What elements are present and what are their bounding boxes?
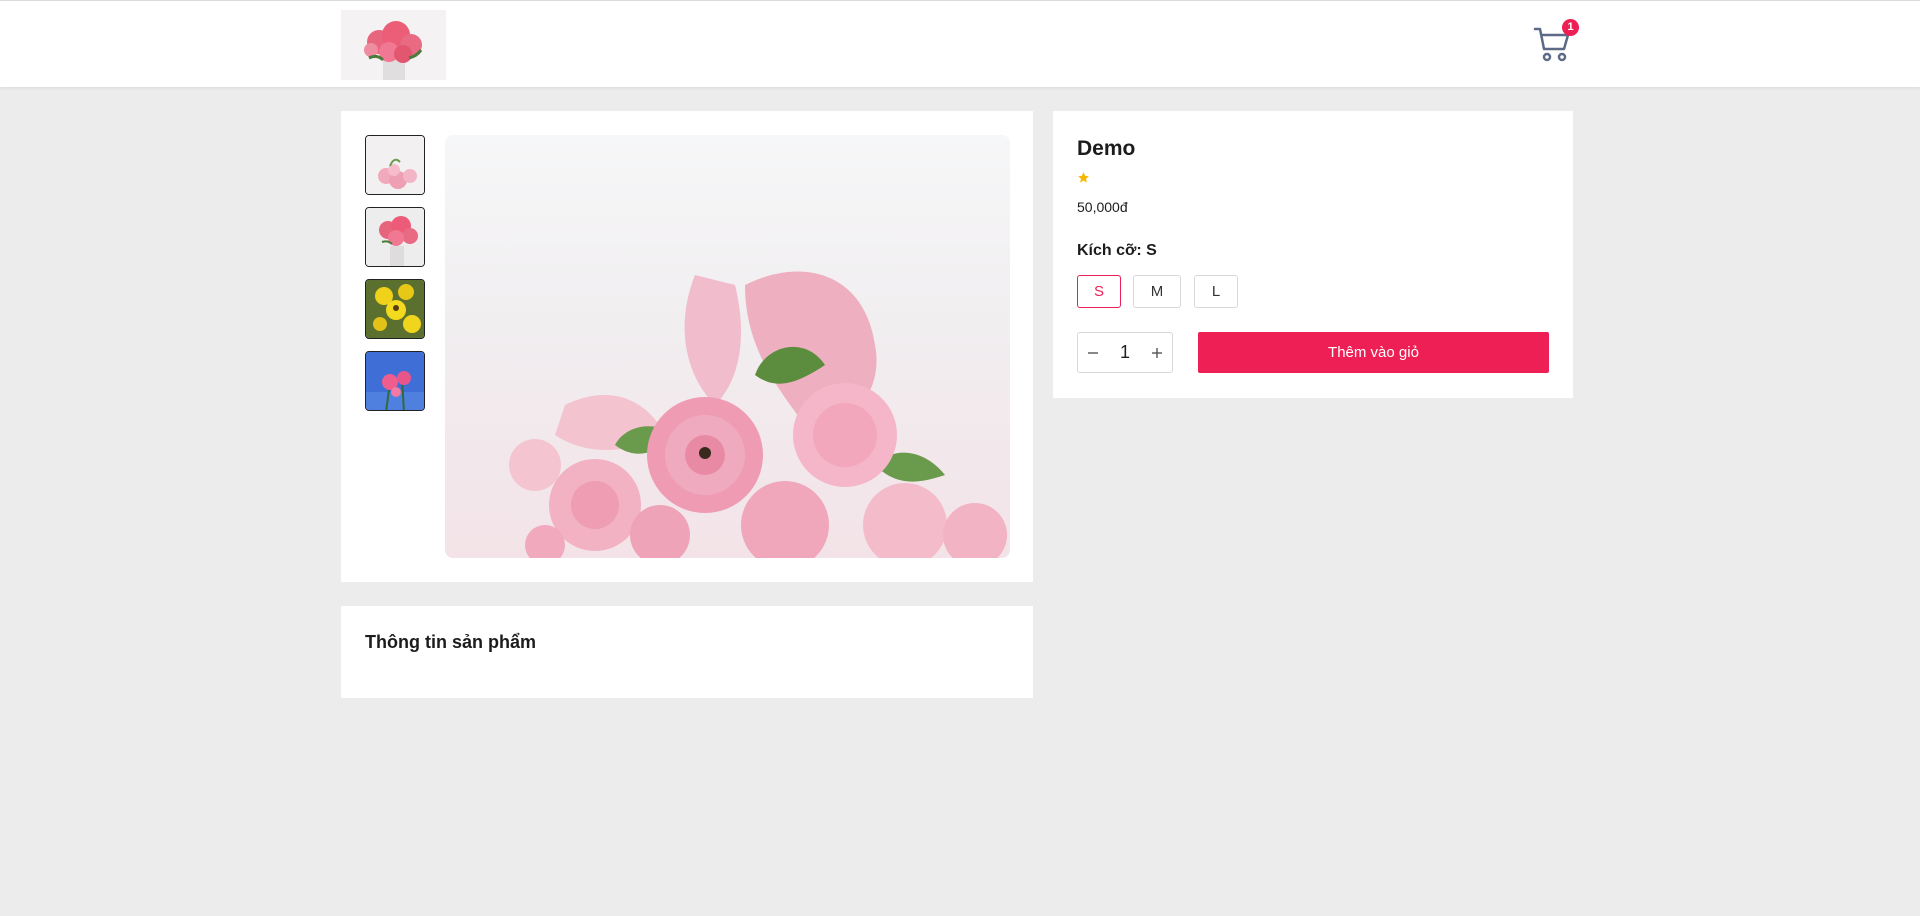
thumbnail-2[interactable] bbox=[365, 207, 425, 267]
plus-icon bbox=[1152, 347, 1162, 358]
product-description-panel: Thông tin sản phẩm bbox=[341, 606, 1033, 698]
cart-count-badge: 1 bbox=[1562, 19, 1579, 36]
size-label: Kích cỡ: S bbox=[1077, 242, 1157, 259]
size-option-m[interactable]: M bbox=[1133, 275, 1181, 308]
minus-icon bbox=[1088, 351, 1098, 354]
star-icon bbox=[1078, 172, 1089, 183]
decrease-quantity-button[interactable] bbox=[1078, 333, 1108, 372]
product-title: Demo bbox=[1077, 137, 1136, 160]
quantity-value[interactable]: 1 bbox=[1108, 342, 1142, 363]
product-price: 50,000đ bbox=[1077, 199, 1128, 215]
add-to-cart-button[interactable]: Thêm vào giỏ bbox=[1198, 332, 1549, 373]
description-heading: Thông tin sản phẩm bbox=[365, 632, 536, 652]
main-product-image[interactable] bbox=[445, 135, 1010, 558]
thumbnail-1[interactable] bbox=[365, 135, 425, 195]
size-option-l[interactable]: L bbox=[1194, 275, 1238, 308]
increase-quantity-button[interactable] bbox=[1142, 333, 1172, 372]
product-info-panel: Demo 50,000đ Kích cỡ: S S M L 1 Thêm vào… bbox=[1053, 111, 1573, 398]
scrollbar[interactable] bbox=[1920, 0, 1924, 916]
thumbnail-4[interactable] bbox=[365, 351, 425, 411]
product-gallery bbox=[341, 111, 1033, 582]
size-option-s[interactable]: S bbox=[1077, 275, 1121, 308]
quantity-stepper: 1 bbox=[1077, 332, 1173, 373]
logo-image[interactable] bbox=[341, 10, 446, 80]
top-navbar: 1 bbox=[0, 0, 1920, 87]
thumbnail-3[interactable] bbox=[365, 279, 425, 339]
